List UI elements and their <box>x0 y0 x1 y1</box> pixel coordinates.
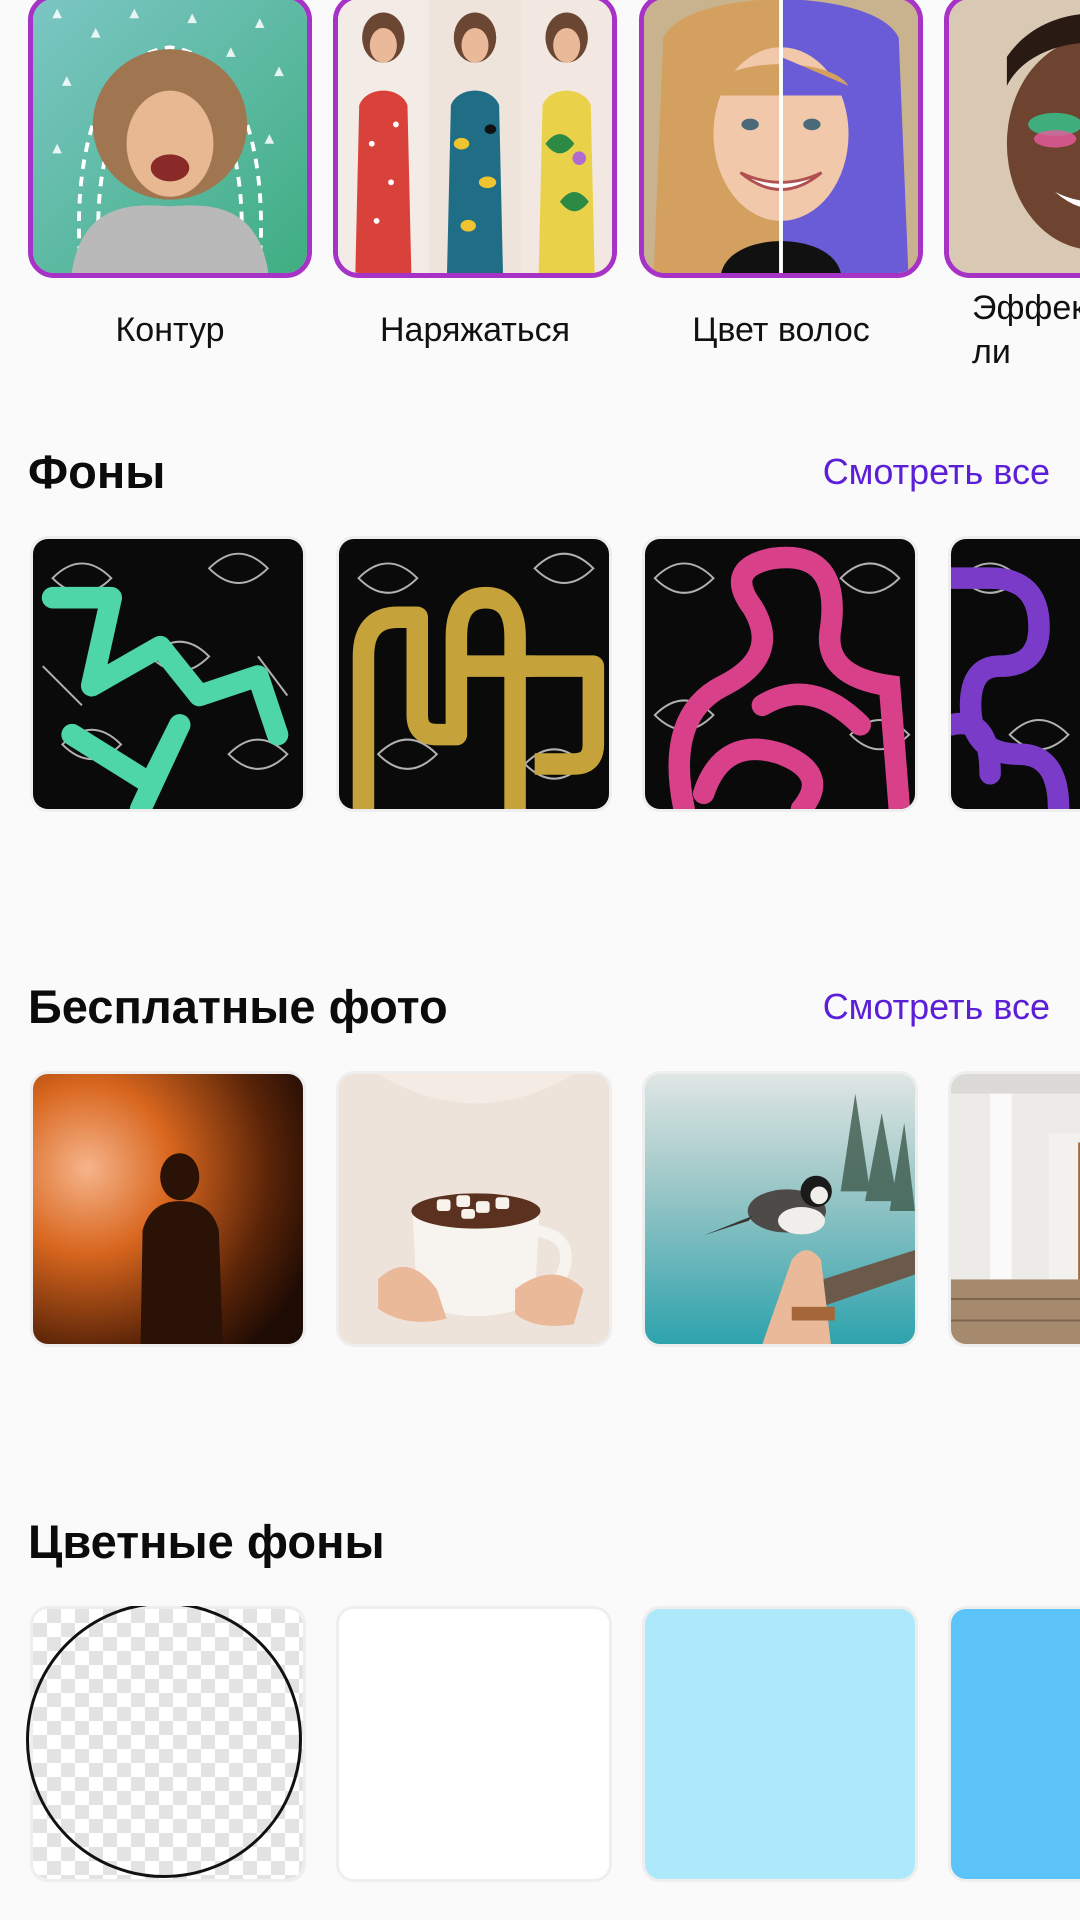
free-photos-title: Бесплатные фото <box>28 980 448 1033</box>
effect-outline-label: Контур <box>115 311 225 349</box>
free-photo-tile[interactable] <box>948 1071 1080 1347</box>
backgrounds-carousel[interactable] <box>0 536 1080 826</box>
free-photos-carousel[interactable] <box>0 1071 1080 1361</box>
color-swatch-light-blue[interactable] <box>642 1606 918 1882</box>
face-effect-thumbnail <box>949 0 1080 273</box>
free-photo-tile[interactable] <box>642 1071 918 1347</box>
effect-face-label: Эффек ли <box>972 289 1080 371</box>
effect-hair-color-card[interactable] <box>639 0 923 278</box>
selected-ring <box>26 1606 302 1878</box>
color-swatch-transparent[interactable] <box>26 1606 306 1882</box>
color-backgrounds-title: Цветные фоны <box>28 1515 385 1568</box>
backgrounds-title: Фоны <box>28 445 166 498</box>
effect-outline-card[interactable] <box>28 0 312 278</box>
green-pattern-thumbnail <box>33 539 303 809</box>
background-tile[interactable] <box>30 536 306 812</box>
pink-pattern-thumbnail <box>645 539 915 809</box>
background-tile[interactable] <box>642 536 918 812</box>
white-house-photo-thumbnail <box>951 1074 1080 1344</box>
purple-pattern-thumbnail <box>951 539 1080 809</box>
background-tile[interactable] <box>948 536 1080 812</box>
backgrounds-see-all-link[interactable]: Смотреть все <box>823 444 1050 500</box>
dress-up-effect-thumbnail <box>338 0 612 273</box>
effects-carousel[interactable]: Контур Наряжаться Цвет волос Эффек ли <box>0 0 1080 380</box>
effect-dress-up-label: Наряжаться <box>379 311 570 349</box>
background-tile[interactable] <box>336 536 612 812</box>
effect-dress-up-card[interactable] <box>333 0 617 278</box>
cocoa-mug-photo-thumbnail <box>339 1074 609 1344</box>
effect-face-card[interactable] <box>944 0 1080 278</box>
effect-hair-color-label: Цвет волос <box>692 311 870 349</box>
color-backgrounds-carousel[interactable] <box>0 1606 1080 1896</box>
hair-color-effect-thumbnail <box>644 0 918 273</box>
free-photo-tile[interactable] <box>30 1071 306 1347</box>
color-swatch-white[interactable] <box>336 1606 612 1882</box>
free-photo-tile[interactable] <box>336 1071 612 1347</box>
swatch-fill <box>339 1609 609 1879</box>
swatch-fill <box>951 1609 1080 1879</box>
bird-lake-photo-thumbnail <box>645 1074 915 1344</box>
free-photos-see-all-link[interactable]: Смотреть все <box>823 979 1050 1035</box>
color-swatch-blue[interactable] <box>948 1606 1080 1882</box>
gold-pattern-thumbnail <box>339 539 609 809</box>
swatch-fill <box>645 1609 915 1879</box>
outline-effect-thumbnail <box>33 0 307 273</box>
silhouette-photo-thumbnail <box>33 1074 303 1344</box>
